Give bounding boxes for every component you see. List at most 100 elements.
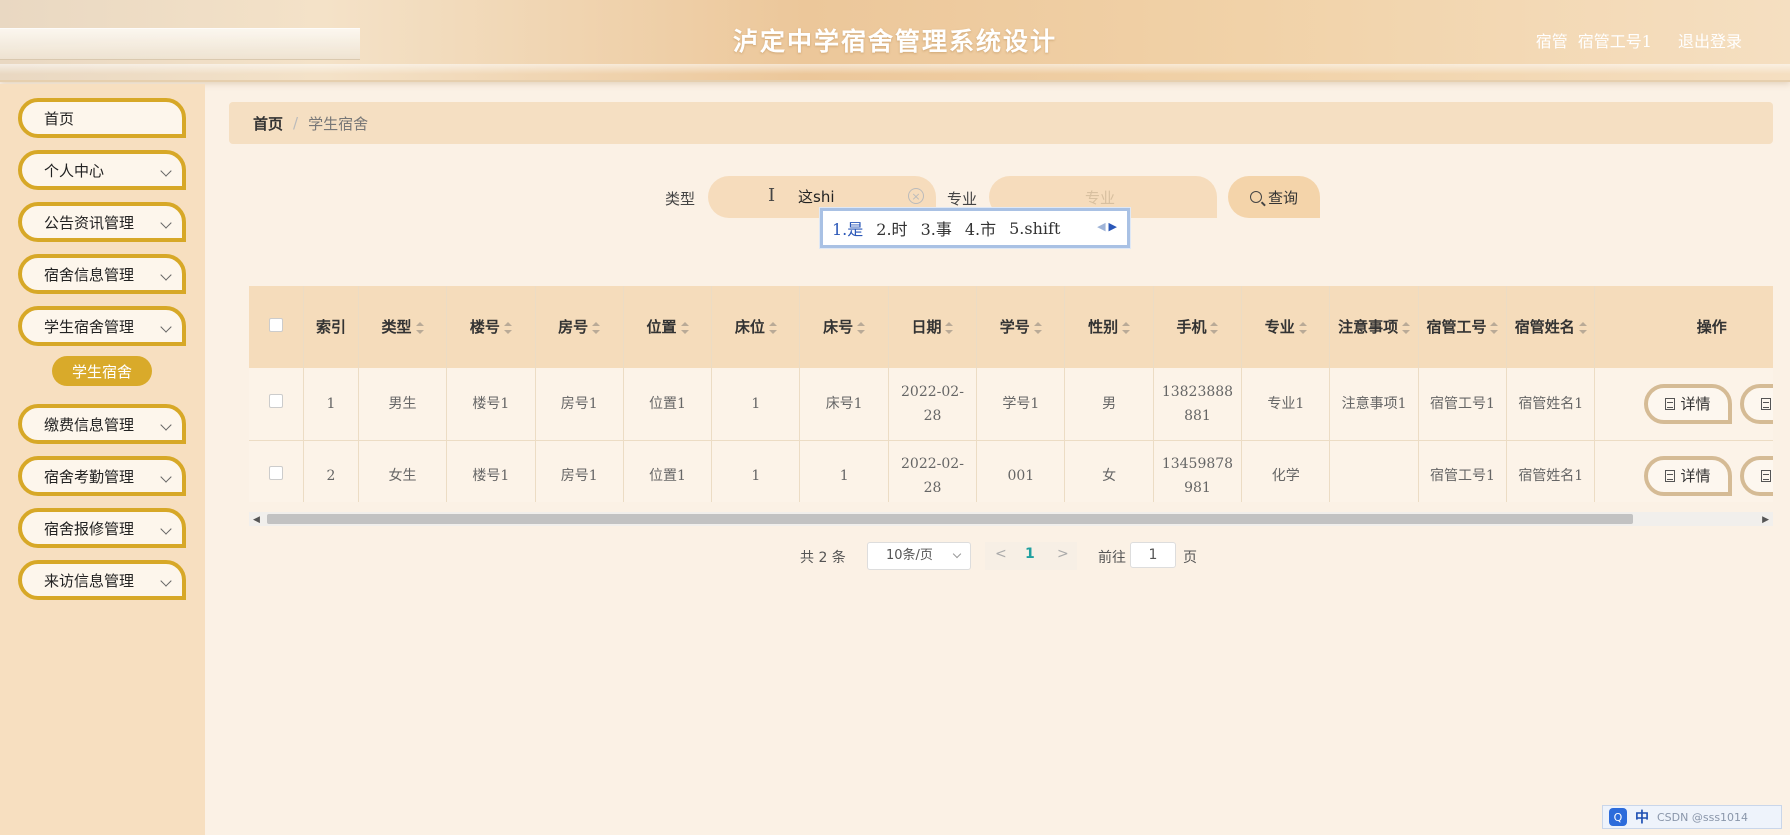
col-header[interactable]: 注意事项 <box>1329 286 1419 368</box>
ime-candidate-window: 1.是 2.时 3.事 4.市 5.shift ◀ ▶ <box>820 208 1130 248</box>
sort-icon[interactable] <box>945 321 954 334</box>
page-size-select[interactable]: 10条/页 <box>867 542 971 570</box>
table-cell: 1 <box>303 368 359 441</box>
scroll-left-icon[interactable]: ◀ <box>253 515 260 525</box>
table-header-row: 索引 类型 楼号 房号 位置 床位 床号 日期 学号 性别 手机 专业 注意事项… <box>249 286 1773 368</box>
col-header-label: 日期 <box>911 318 942 336</box>
arrow-right-icon[interactable]: ▶ <box>1109 220 1117 233</box>
sidebar-item-payment[interactable]: 缴费信息管理 <box>18 404 186 444</box>
logout-link[interactable]: 退出登录 <box>1678 28 1742 52</box>
sidebar-item-attendance[interactable]: 宿舍考勤管理 <box>18 456 186 496</box>
col-header[interactable]: 日期 <box>888 286 978 368</box>
ime-mode-indicator[interactable]: 中 <box>1635 807 1649 827</box>
sidebar-item-visitor[interactable]: 来访信息管理 <box>18 560 186 600</box>
row-checkbox[interactable] <box>269 393 284 408</box>
col-header[interactable]: 专业 <box>1241 286 1331 368</box>
prev-page-button[interactable]: < <box>995 546 1007 562</box>
col-header[interactable]: 床位 <box>711 286 801 368</box>
submenu-item-student-dorm[interactable]: 学生宿舍 <box>52 356 152 386</box>
sort-icon[interactable] <box>768 321 777 334</box>
col-header-label: 床号 <box>823 318 854 336</box>
sidebar-item-label: 缴费信息管理 <box>44 415 135 434</box>
chevron-down-icon <box>160 269 172 281</box>
select-all-checkbox[interactable] <box>269 318 284 332</box>
sidebar-item-dorm-info[interactable]: 宿舍信息管理 <box>18 254 186 294</box>
document-icon <box>1761 397 1772 410</box>
col-header[interactable]: 位置 <box>623 286 713 368</box>
col-header-label: 注意事项 <box>1338 318 1399 336</box>
col-header[interactable]: 床号 <box>799 286 889 368</box>
next-page-button[interactable]: > <box>1057 546 1069 562</box>
add-button[interactable]: 添加 <box>1740 383 1773 424</box>
sort-icon[interactable] <box>1402 321 1411 334</box>
goto-page-input[interactable]: 1 <box>1130 542 1176 568</box>
sidebar-item-label: 学生宿舍管理 <box>44 317 135 336</box>
breadcrumb-current: 学生宿舍 <box>308 114 369 133</box>
page-unit-label: 页 <box>1183 550 1197 566</box>
sort-icon[interactable] <box>1298 321 1307 334</box>
breadcrumb-home[interactable]: 首页 <box>253 113 283 134</box>
sort-icon[interactable] <box>680 321 689 334</box>
sort-icon[interactable] <box>1033 321 1042 334</box>
sidebar-item-label: 来访信息管理 <box>44 571 135 590</box>
document-icon <box>1665 397 1676 410</box>
sidebar-item-personal-center[interactable]: 个人中心 <box>18 150 186 190</box>
col-header[interactable]: 手机 <box>1153 286 1243 368</box>
clear-icon[interactable]: × <box>908 188 924 204</box>
sort-icon[interactable] <box>1490 321 1499 334</box>
table-cell: 2 <box>303 440 359 502</box>
table-cell: 宿管姓名1 <box>1506 368 1596 441</box>
scrollbar-thumb[interactable] <box>267 514 1633 524</box>
col-header[interactable]: 房号 <box>535 286 624 368</box>
horizontal-scrollbar[interactable]: ◀ ▶ <box>249 512 1773 526</box>
detail-button[interactable]: 详情 <box>1644 456 1732 496</box>
ime-candidate[interactable]: 2.时 <box>876 216 907 240</box>
col-header-label: 操作 <box>1696 318 1727 336</box>
table-cell: 女生 <box>358 440 448 502</box>
ime-candidate[interactable]: 3.事 <box>921 216 952 240</box>
chevron-down-icon <box>160 217 172 229</box>
sort-icon[interactable] <box>592 321 601 334</box>
sort-icon[interactable] <box>1122 321 1131 334</box>
col-header[interactable]: 学号 <box>976 286 1066 368</box>
detail-button[interactable]: 详情 <box>1644 383 1732 424</box>
sidebar-item-home[interactable]: 首页 <box>18 98 186 138</box>
sort-icon[interactable] <box>503 321 512 334</box>
detail-button-label: 详情 <box>1680 467 1711 485</box>
table-cell: 楼号1 <box>446 440 536 502</box>
sidebar-item-repair[interactable]: 宿舍报修管理 <box>18 508 186 548</box>
col-header: 操作 <box>1594 286 1773 368</box>
ime-candidate[interactable]: 1.是 <box>832 216 863 240</box>
query-button[interactable]: 查询 <box>1228 176 1320 218</box>
ime-candidate[interactable]: 5.shift <box>1009 219 1060 238</box>
col-header-label: 床位 <box>734 318 765 336</box>
sidebar-item-notice[interactable]: 公告资讯管理 <box>18 202 186 242</box>
ime-candidate[interactable]: 4.市 <box>965 216 996 240</box>
add-button[interactable]: 添加 <box>1740 456 1773 496</box>
table-cell: 学号1 <box>976 368 1066 441</box>
scroll-right-icon[interactable]: ▶ <box>1762 515 1769 525</box>
col-header[interactable]: 性别 <box>1064 286 1154 368</box>
col-header[interactable]: 楼号 <box>446 286 536 368</box>
app-title: 泸定中学宿舍管理系统设计 <box>732 27 1057 56</box>
table-cell: 宿管姓名1 <box>1506 440 1596 502</box>
arrow-left-icon[interactable]: ◀ <box>1097 220 1105 233</box>
table-cell: 位置1 <box>623 368 713 441</box>
col-header[interactable]: 类型 <box>358 286 448 368</box>
row-checkbox[interactable] <box>269 466 284 480</box>
ime-page-arrows[interactable]: ◀ ▶ <box>1097 220 1117 233</box>
sort-icon[interactable] <box>857 321 866 334</box>
page-number-current[interactable]: 1 <box>1025 546 1035 562</box>
col-header[interactable]: 宿管工号 <box>1418 286 1508 368</box>
search-icon[interactable]: Q <box>1609 808 1627 826</box>
type-label: 类型 <box>665 190 696 208</box>
sidebar-item-student-dorm[interactable]: 学生宿舍管理 <box>18 306 186 346</box>
col-header-label: 宿管工号 <box>1426 318 1487 336</box>
sort-icon[interactable] <box>1210 321 1219 334</box>
sort-icon[interactable] <box>415 321 424 334</box>
user-area: 宿管 宿管工号1 退出登录 <box>1536 28 1742 52</box>
table-cell: 1 <box>711 440 801 502</box>
sort-icon[interactable] <box>1578 321 1587 334</box>
table-cell: 男 <box>1064 368 1154 441</box>
col-header[interactable]: 宿管姓名 <box>1506 286 1596 368</box>
